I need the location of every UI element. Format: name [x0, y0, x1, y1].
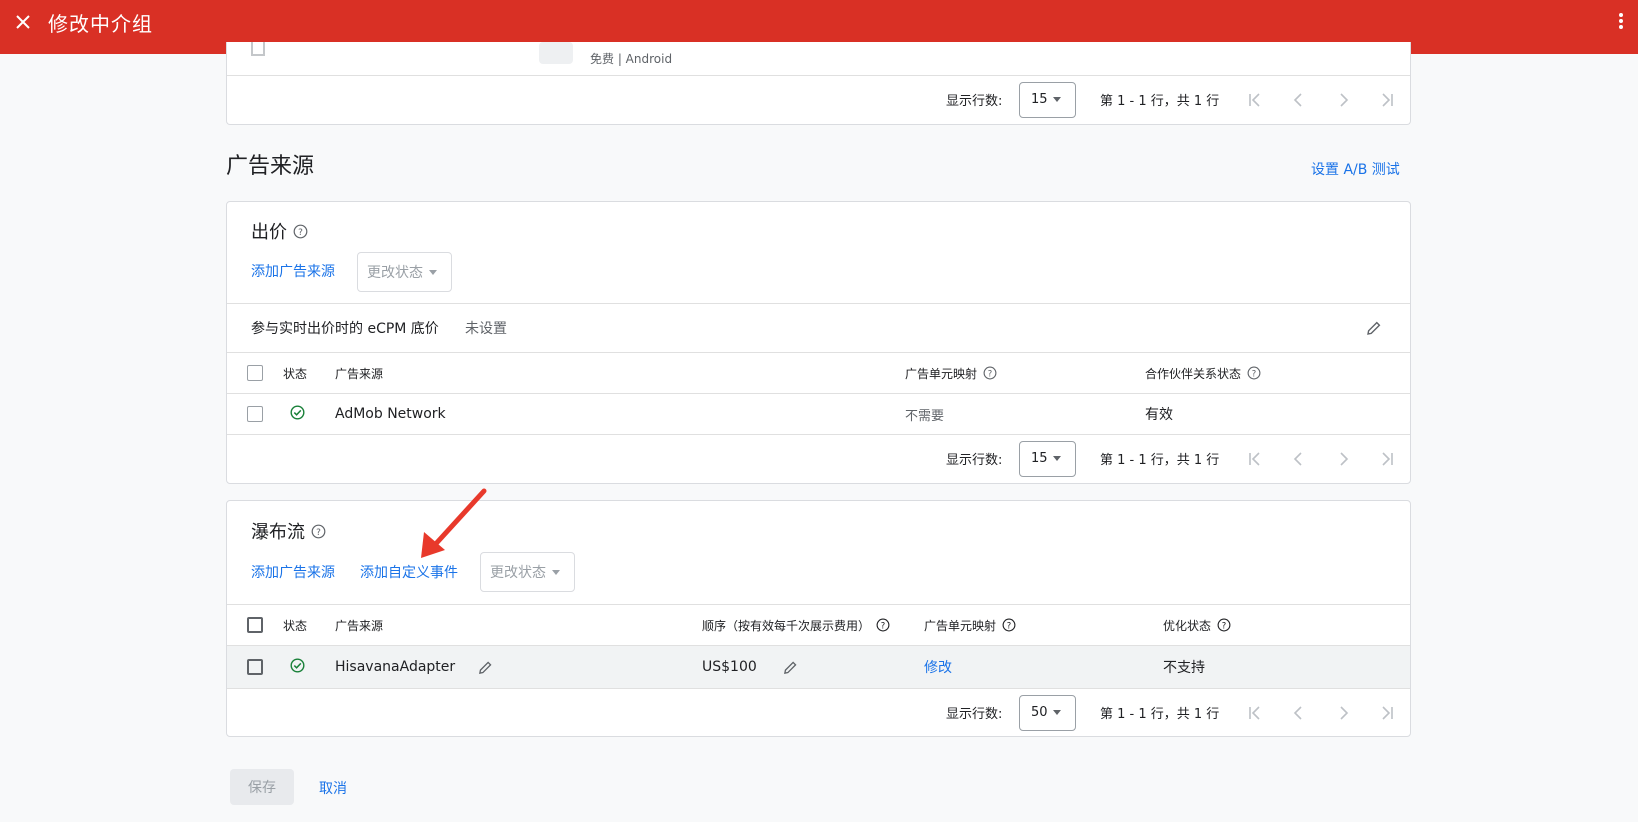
next-page-icon[interactable]	[1331, 701, 1355, 725]
svg-text:?: ?	[987, 368, 991, 378]
ecpm-floor-row: 参与实时出价时的 eCPM 底价 未设置	[227, 303, 1410, 352]
svg-text:?: ?	[298, 228, 303, 238]
edit-icon[interactable]	[475, 657, 495, 677]
bidding-card: 出价 ? 添加广告来源 更改状态 参与实时出价时的 eCPM 底价 未设置 状态…	[226, 201, 1411, 484]
svg-text:?: ?	[1221, 620, 1225, 630]
partner-status-value: 有效	[1145, 407, 1173, 423]
edit-icon[interactable]	[1364, 318, 1384, 338]
first-page-icon[interactable]	[1243, 701, 1267, 725]
prev-page-icon[interactable]	[1287, 701, 1311, 725]
page-range-text: 第 1 - 1 行，共 1 行	[1100, 94, 1220, 109]
ad-source-name: HisavanaAdapter	[335, 659, 456, 675]
help-icon[interactable]: ?	[293, 224, 308, 239]
ad-source-cell: HisavanaAdapter	[335, 646, 495, 688]
help-icon[interactable]: ?	[1216, 618, 1231, 633]
add-ad-source-link[interactable]: 添加广告来源	[251, 562, 335, 582]
help-icon[interactable]: ?	[1246, 366, 1261, 381]
column-header-order: 顺序（按有效每千次展示费用）?	[702, 605, 890, 645]
save-button[interactable]: 保存	[230, 769, 294, 805]
column-header-status: 状态	[283, 618, 308, 633]
add-ad-source-link[interactable]: 添加广告来源	[251, 261, 335, 281]
status-ok-icon	[290, 404, 305, 424]
more-vert-icon[interactable]	[1618, 12, 1624, 30]
table-row[interactable]: HisavanaAdapter US$100 修改 不支持	[227, 645, 1410, 688]
dropdown-caret-icon	[429, 270, 437, 275]
ab-test-link[interactable]: 设置 A/B 测试	[1311, 159, 1400, 179]
table-pager: 显示行数: 15 第 1 - 1 行，共 1 行	[227, 75, 1410, 123]
table-header-row: 状态 广告来源 顺序（按有效每千次展示费用）? 广告单元映射? 优化状态?	[227, 604, 1410, 645]
help-icon[interactable]: ?	[1001, 618, 1016, 633]
help-icon[interactable]: ?	[982, 366, 997, 381]
optimization-status-value: 不支持	[1163, 660, 1205, 676]
first-page-icon[interactable]	[1243, 447, 1267, 471]
page-range-text: 第 1 - 1 行，共 1 行	[1100, 707, 1220, 722]
mapping-value: 不需要	[905, 408, 945, 424]
waterfall-title: 瀑布流 ?	[251, 518, 326, 544]
rows-per-page-select[interactable]: 50	[1019, 694, 1076, 731]
change-status-dropdown[interactable]: 更改状态	[480, 552, 575, 592]
column-header-partner-status: 合作伙伴关系状态?	[1145, 353, 1261, 393]
prev-page-icon[interactable]	[1287, 88, 1311, 112]
rows-per-page-select[interactable]: 15	[1019, 440, 1076, 477]
app-platform-text: 免费 | Android	[590, 52, 673, 66]
prev-page-icon[interactable]	[1287, 447, 1311, 471]
select-all-checkbox[interactable]	[247, 617, 263, 633]
svg-text:?: ?	[1006, 620, 1010, 630]
svg-text:?: ?	[316, 528, 321, 538]
column-header-source: 广告来源	[335, 618, 384, 633]
rows-per-page-label: 显示行数:	[946, 94, 1003, 109]
next-page-icon[interactable]	[1331, 88, 1355, 112]
first-page-icon[interactable]	[1243, 88, 1267, 112]
ecpm-value: US$100	[702, 659, 757, 675]
column-header-status: 状态	[283, 366, 308, 381]
dropdown-caret-icon	[552, 570, 560, 575]
order-cell: US$100	[702, 646, 801, 688]
dropdown-caret-icon	[1053, 709, 1061, 715]
annotation-arrow	[421, 488, 487, 558]
mediation-group-card: 免费 | Android 显示行数: 15 第 1 - 1 行，共 1 行	[226, 42, 1411, 125]
svg-text:?: ?	[1251, 368, 1255, 378]
close-icon[interactable]	[12, 11, 34, 33]
ecpm-floor-label: 参与实时出价时的 eCPM 底价	[251, 321, 439, 337]
column-header-mapping: 广告单元映射?	[905, 353, 997, 393]
last-page-icon[interactable]	[1375, 447, 1399, 471]
ad-source-name: AdMob Network	[335, 406, 446, 422]
edit-icon[interactable]	[781, 657, 801, 677]
change-status-dropdown[interactable]: 更改状态	[357, 252, 452, 292]
table-row[interactable]: AdMob Network 不需要 有效	[227, 393, 1410, 434]
next-page-icon[interactable]	[1331, 447, 1355, 471]
row-checkbox[interactable]	[247, 406, 263, 422]
row-checkbox[interactable]	[247, 659, 263, 675]
help-icon[interactable]: ?	[875, 618, 890, 633]
rows-per-page-label: 显示行数:	[946, 707, 1003, 722]
platform-chip	[539, 42, 573, 64]
page-title: 修改中介组	[48, 12, 153, 36]
add-custom-event-link[interactable]: 添加自定义事件	[360, 562, 458, 582]
column-header-mapping: 广告单元映射?	[924, 605, 1016, 645]
last-page-icon[interactable]	[1375, 88, 1399, 112]
column-header-optimization: 优化状态?	[1163, 605, 1231, 645]
rows-per-page-label: 显示行数:	[946, 453, 1003, 468]
status-ok-icon	[290, 657, 305, 677]
last-page-icon[interactable]	[1375, 701, 1399, 725]
dropdown-caret-icon	[1053, 96, 1061, 102]
help-icon[interactable]: ?	[311, 524, 326, 539]
cancel-button[interactable]: 取消	[319, 778, 347, 798]
column-header-source: 广告来源	[335, 366, 384, 381]
svg-text:?: ?	[880, 620, 884, 630]
waterfall-card: 瀑布流 ? 添加广告来源 添加自定义事件 更改状态 状态 广告来源 顺序（按有效…	[226, 500, 1411, 737]
row-checkbox[interactable]	[251, 42, 265, 56]
edit-mapping-link[interactable]: 修改	[924, 646, 952, 688]
table-header-row: 状态 广告来源 广告单元映射? 合作伙伴关系状态?	[227, 352, 1410, 393]
table-pager: 显示行数: 15 第 1 - 1 行，共 1 行	[227, 434, 1410, 482]
bidding-title: 出价 ?	[251, 218, 308, 244]
select-all-checkbox[interactable]	[247, 365, 263, 381]
page-range-text: 第 1 - 1 行，共 1 行	[1100, 453, 1220, 468]
rows-per-page-select[interactable]: 15	[1019, 81, 1076, 118]
dropdown-caret-icon	[1053, 455, 1061, 461]
table-pager: 显示行数: 50 第 1 - 1 行，共 1 行	[227, 688, 1410, 736]
ecpm-floor-value: 未设置	[465, 321, 507, 337]
ad-sources-heading: 广告来源	[226, 154, 315, 179]
